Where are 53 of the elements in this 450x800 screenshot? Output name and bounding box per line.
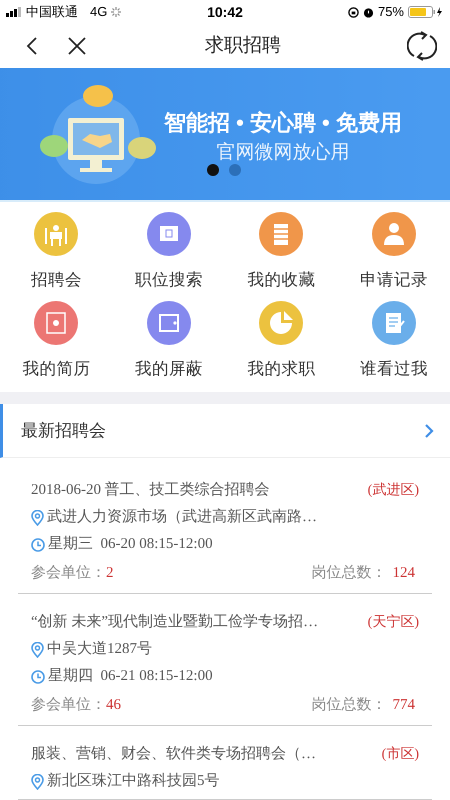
positions-count: 124 [392, 564, 415, 584]
battery-icon [408, 6, 444, 18]
units-count: 2 [106, 564, 114, 584]
location-pin-icon [31, 774, 44, 790]
rotation-lock-icon [348, 6, 359, 18]
network-type: 4G [90, 3, 108, 22]
banner-headline: 智能招 • 安心聘 • 免费用 [164, 109, 402, 137]
fair-title: 2018-06-20 普工、技工类综合招聘会 [31, 480, 271, 500]
shortcut-button[interactable]: 申请记录 [338, 212, 450, 301]
refresh-icon [407, 30, 437, 62]
fair-address: 武进人力资源市场（武进高新区武南路… [47, 507, 317, 528]
fair-card[interactable]: 服装、营销、财会、软件类专场招聘会（… (市区) 新北区珠江中路科技园5号 [18, 726, 432, 800]
refresh-button[interactable] [406, 29, 438, 63]
fair-card[interactable]: “创新 未来”现代制造业暨勤工俭学专场招… (天宁区) 中吴大道1287号 星期四 06-21 08:15-12:00 参会单位：46 岗位总数： 774 [18, 594, 432, 726]
page-title: 求职招聘 [204, 34, 282, 58]
district-label: (武进区) [368, 482, 419, 500]
fair-time: 星期四 06-21 08:15-12:00 [48, 666, 213, 686]
clock-time: 10:42 [207, 2, 243, 22]
signal-icon [6, 7, 22, 17]
shortcut-button[interactable]: 我的求职 [225, 301, 338, 390]
units-label: 参会单位： [31, 696, 106, 716]
fair-address: 新北区珠江中路科技园5号 [47, 772, 220, 792]
shortcut-button[interactable]: 我的收藏 [225, 212, 338, 301]
units-label: 参会单位： [31, 564, 106, 584]
fair-title: “创新 未来”现代制造业暨勤工俭学专场招… [31, 612, 320, 632]
shortcut-button[interactable]: 职位搜索 [112, 212, 225, 301]
positions-count: 774 [392, 696, 415, 716]
fair-card[interactable]: 2018-06-20 普工、技工类综合招聘会 (武进区) 武进人力资源市场（武进高新区武南路… 星期三 06-20 08:15-12:00 参会单位：2 岗位总数： 124 [18, 462, 432, 594]
alarm-icon [362, 6, 374, 18]
fair-address: 中吴大道1287号 [47, 640, 152, 660]
close-icon [67, 36, 87, 56]
district-label: (天宁区) [368, 613, 419, 632]
fair-title: 服装、营销、财会、软件类专场招聘会（… [31, 744, 317, 764]
battery-percent: 75% [378, 3, 404, 22]
banner-subtitle: 官网微网放心用 [216, 141, 350, 165]
location-pin-icon [31, 510, 44, 526]
section-header[interactable]: 最新招聘会 [0, 404, 450, 458]
positions-label: 岗位总数： [312, 696, 386, 716]
loading-icon [111, 7, 122, 17]
shortcut-button[interactable]: 谁看过我 [338, 301, 450, 390]
back-icon [26, 36, 38, 56]
positions-label: 岗位总数： [312, 564, 386, 584]
district-label: (市区) [382, 745, 419, 764]
shortcut-button[interactable]: 我的屏蔽 [112, 301, 225, 390]
units-count: 46 [106, 696, 122, 716]
shortcut-button[interactable]: 招聘会 [0, 212, 112, 301]
carrier-name: 中国联通 [26, 3, 78, 22]
fair-time: 星期三 06-20 08:15-12:00 [48, 534, 213, 554]
location-pin-icon [31, 642, 44, 658]
clock-icon [31, 538, 45, 552]
chevron-right-icon [424, 422, 434, 438]
clock-icon [31, 670, 45, 684]
shortcut-button[interactable]: 我的简历 [0, 301, 112, 390]
